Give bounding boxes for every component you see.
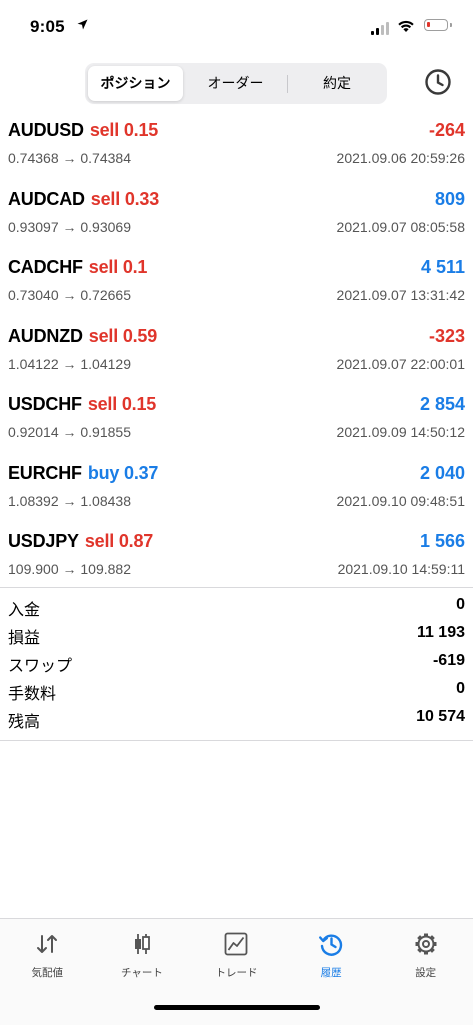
tab-trade-label: トレード [215, 967, 258, 979]
tab-history-label: 履歴 [320, 967, 342, 979]
tab-chart[interactable]: チャート [95, 919, 190, 989]
history-period-clock-icon[interactable] [424, 68, 452, 96]
cellular-signal-icon [371, 22, 389, 35]
quotes-arrows-icon [37, 935, 58, 953]
tab-settings-label: 設定 [415, 967, 437, 979]
position-row[interactable]: AUDCAD sell 0.33 809 0.93097 → 0.93069 2021.… [0, 177, 473, 246]
position-prices: 0.74368 → 0.74384 [8, 150, 131, 166]
position-prices: 109.900 → 109.882 [8, 561, 131, 577]
position-profit: 2 040 [419, 462, 465, 483]
candlestick-chart-icon [134, 934, 150, 954]
position-row[interactable]: EURCHF buy 0.37 2 040 1.08392 → 1.08438 2021… [0, 451, 473, 520]
segment-positions[interactable]: ポジション [88, 66, 183, 101]
summary-row: スワップ -619 [0, 648, 473, 676]
status-bar: 9:05 [0, 0, 473, 52]
summary-value: 0 [456, 596, 465, 613]
position-timestamp: 2021.09.07 08:05:58 [336, 218, 465, 235]
position-profit: 2 854 [419, 394, 465, 414]
summary-value: -619 [432, 652, 465, 669]
summary-value: 0 [456, 680, 465, 697]
summary-divider [0, 740, 473, 741]
position-row[interactable]: USDCHF sell 0.15 2 854 0.92014 → 0.91855 202… [0, 382, 473, 451]
position-symbol-line: AUDNZD sell 0.59 [8, 326, 157, 347]
position-profit: 809 [434, 188, 465, 209]
position-prices: 0.92014 → 0.91855 [8, 424, 131, 440]
position-row[interactable]: USDJPY sell 0.87 1 566 109.900 → 109.882 202… [0, 519, 473, 588]
tab-history[interactable]: 履歴 [284, 919, 379, 989]
position-timestamp: 2021.09.07 13:31:42 [336, 287, 465, 303]
position-symbol-line: USDCHF sell 0.15 [8, 394, 156, 415]
summary-row: 損益 11 193 [0, 620, 473, 648]
positions-list: AUDUSD sell 0.15 -264 0.74368 → 0.74384 2021… [0, 108, 473, 588]
home-indicator[interactable] [154, 1005, 320, 1010]
account-summary: 入金 0 損益 11 193 スワップ -619 手数料 0 残高 10 574 [0, 592, 473, 732]
summary-label: 残高 [8, 714, 41, 731]
position-prices: 0.73040 → 0.72665 [8, 287, 131, 303]
position-symbol-line: EURCHF buy 0.37 [8, 463, 158, 484]
position-prices: 1.08392 → 1.08438 [8, 492, 131, 509]
position-direction-volume: sell 0.87 [84, 531, 154, 551]
position-profit: 4 511 [420, 257, 465, 277]
position-symbol-line: AUDCAD sell 0.33 [8, 189, 159, 210]
battery-icon [424, 19, 452, 31]
position-timestamp: 2021.09.06 20:59:26 [336, 150, 465, 166]
segment-deals[interactable]: 約定 [289, 66, 385, 101]
position-profit: -323 [428, 325, 465, 346]
position-timestamp: 2021.09.07 22:00:01 [336, 355, 465, 372]
trade-chart-icon [225, 932, 248, 956]
tab-settings[interactable]: 設定 [378, 919, 473, 989]
position-symbol-line: CADCHF sell 0.1 [8, 257, 147, 278]
position-prices: 0.93097 → 0.93069 [8, 218, 131, 235]
position-direction-volume: buy 0.37 [87, 462, 159, 483]
position-direction-volume: sell 0.15 [87, 394, 157, 414]
position-symbol: USDCHF [8, 394, 82, 414]
history-clock-icon [319, 934, 343, 956]
position-direction-volume: sell 0.59 [88, 325, 158, 346]
position-profit: -264 [428, 120, 465, 140]
position-symbol-line: USDJPY sell 0.87 [8, 531, 153, 552]
position-row[interactable]: AUDUSD sell 0.15 -264 0.74368 → 0.74384 2021… [0, 108, 473, 177]
summary-row: 手数料 0 [0, 676, 473, 704]
position-profit: 1 566 [419, 531, 465, 551]
gear-icon [415, 933, 437, 955]
position-timestamp: 2021.09.10 09:48:51 [336, 492, 465, 509]
position-timestamp: 2021.09.09 14:50:12 [336, 424, 465, 440]
position-symbol: EURCHF [8, 462, 82, 483]
summary-row: 残高 10 574 [0, 704, 473, 732]
position-direction-volume: sell 0.1 [88, 257, 148, 277]
position-timestamp: 2021.09.10 14:59:11 [337, 561, 465, 577]
summary-row: 入金 0 [0, 592, 473, 620]
summary-label: 損益 [8, 630, 41, 647]
position-symbol-line: AUDUSD sell 0.15 [8, 120, 158, 141]
segmented-control: ポジション オーダー 約定 [85, 63, 387, 104]
position-direction-volume: sell 0.33 [90, 188, 160, 209]
summary-label: スワップ [8, 658, 73, 675]
position-direction-volume: sell 0.15 [89, 120, 159, 140]
position-symbol: CADCHF [8, 257, 83, 277]
position-prices: 1.04122 → 1.04129 [8, 355, 131, 372]
tab-chart-label: チャート [120, 967, 163, 979]
tab-quotes-label: 気配値 [31, 967, 64, 979]
segment-divider [287, 75, 288, 93]
wifi-icon [398, 20, 414, 32]
location-arrow-icon [77, 19, 88, 30]
position-symbol: AUDNZD [8, 325, 83, 346]
tab-quotes[interactable]: 気配値 [0, 919, 95, 989]
list-divider [0, 587, 473, 588]
position-symbol: AUDUSD [8, 120, 84, 140]
status-time: 9:05 [30, 17, 65, 36]
tab-trade[interactable]: トレード [189, 919, 284, 989]
summary-label: 手数料 [8, 686, 57, 703]
summary-value: 11 193 [416, 624, 465, 641]
segment-orders[interactable]: オーダー [186, 66, 285, 101]
position-symbol: USDJPY [8, 531, 79, 551]
position-symbol: AUDCAD [8, 188, 85, 209]
summary-value: 10 574 [416, 708, 465, 725]
position-row[interactable]: AUDNZD sell 0.59 -323 1.04122 → 1.04129 2021… [0, 314, 473, 383]
position-row[interactable]: CADCHF sell 0.1 4 511 0.73040 → 0.72665 2021… [0, 245, 473, 314]
summary-label: 入金 [8, 602, 41, 619]
